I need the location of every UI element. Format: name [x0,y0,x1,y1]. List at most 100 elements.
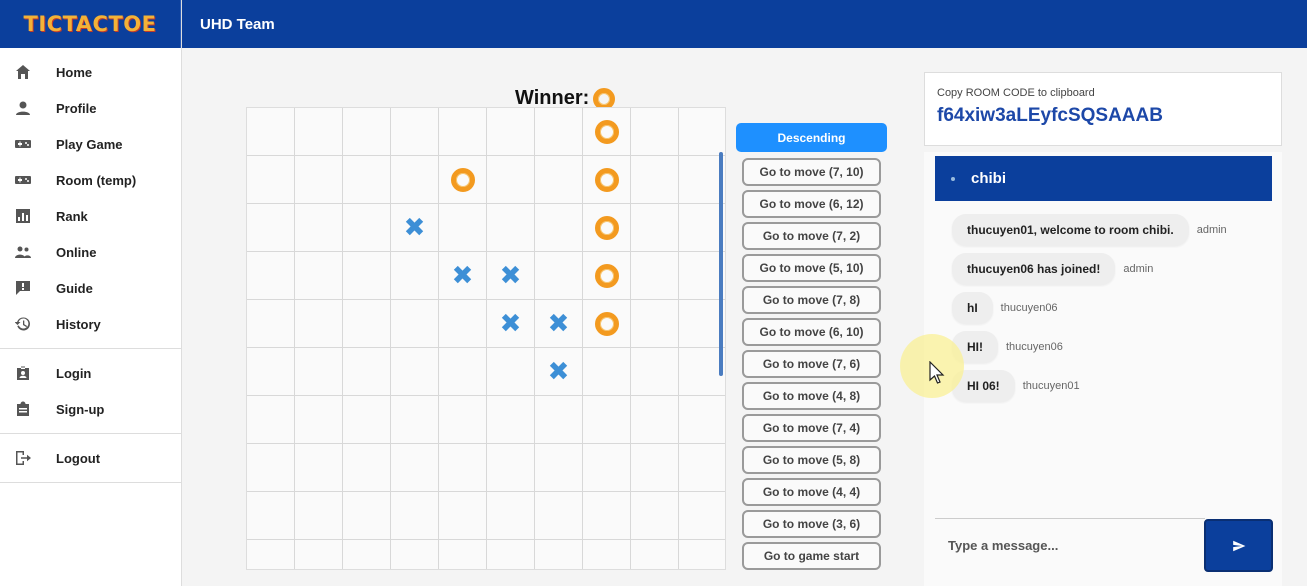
board-cell[interactable] [343,540,391,569]
board-cell[interactable] [583,108,631,156]
sidebar-item-home[interactable]: Home [0,54,181,90]
sidebar-item-login[interactable]: Login [0,355,181,391]
board-cell[interactable] [535,540,583,569]
sidebar-item-logout[interactable]: Logout [0,440,181,476]
board-cell[interactable] [487,108,535,156]
board-cell[interactable] [247,492,295,540]
board-cell[interactable] [343,444,391,492]
board-cell[interactable] [631,444,679,492]
board-cell[interactable]: ✖ [487,300,535,348]
board-cell[interactable] [247,348,295,396]
board-cell[interactable] [487,492,535,540]
board-cell[interactable] [247,204,295,252]
move-button[interactable]: Go to move (7, 2) [742,222,881,250]
board-cell[interactable] [343,492,391,540]
board-cell[interactable] [343,108,391,156]
board-cell[interactable] [343,300,391,348]
board-cell[interactable] [535,204,583,252]
app-logo[interactable]: TICTACTOE [24,12,157,36]
board-cell[interactable] [583,156,631,204]
move-button[interactable]: Go to move (5, 8) [742,446,881,474]
board-cell[interactable] [583,348,631,396]
board-cell[interactable]: ✖ [535,348,583,396]
board-cell[interactable] [439,492,487,540]
sidebar-item-profile[interactable]: Profile [0,90,181,126]
sidebar-item-room-temp[interactable]: Room (temp) [0,162,181,198]
board-cell[interactable] [247,252,295,300]
board-cell[interactable] [343,396,391,444]
move-button[interactable]: Go to move (7, 10) [742,158,881,186]
board-cell[interactable] [631,540,679,569]
board-cell[interactable] [295,540,343,569]
board-cell[interactable] [439,204,487,252]
board-cell[interactable] [583,252,631,300]
board-cell[interactable] [583,540,631,569]
board-cell[interactable] [583,492,631,540]
board-cell[interactable] [679,492,725,540]
board-cell[interactable] [679,396,725,444]
board-cell[interactable] [343,348,391,396]
board-cell[interactable] [535,444,583,492]
board-cell[interactable] [343,252,391,300]
board-cell[interactable] [631,204,679,252]
send-button[interactable] [1204,519,1273,572]
board-scrollbar[interactable] [719,152,723,376]
board-cell[interactable] [295,444,343,492]
move-button[interactable]: Go to move (5, 10) [742,254,881,282]
board-cell[interactable] [247,396,295,444]
message-input[interactable] [948,530,1198,560]
board-cell[interactable] [295,396,343,444]
move-button[interactable]: Go to move (4, 4) [742,478,881,506]
board-cell[interactable] [583,204,631,252]
move-button[interactable]: Go to move (4, 8) [742,382,881,410]
move-button[interactable]: Go to move (6, 12) [742,190,881,218]
board-cell[interactable] [631,300,679,348]
board-cell[interactable] [295,252,343,300]
board-cell[interactable] [439,348,487,396]
board-cell[interactable] [247,444,295,492]
board-cell[interactable] [487,204,535,252]
board-cell[interactable] [295,300,343,348]
board-cell[interactable] [391,396,439,444]
board-cell[interactable] [487,348,535,396]
sidebar-item-play-game[interactable]: Play Game [0,126,181,162]
board-cell[interactable] [391,540,439,569]
board-cell[interactable]: ✖ [439,252,487,300]
board-cell[interactable] [487,396,535,444]
move-button[interactable]: Go to move (3, 6) [742,510,881,538]
board-cell[interactable] [343,204,391,252]
board-cell[interactable] [247,300,295,348]
move-button[interactable]: Go to game start [742,542,881,570]
board-cell[interactable] [631,252,679,300]
board-cell[interactable] [391,348,439,396]
board-cell[interactable] [439,108,487,156]
board-cell[interactable] [439,396,487,444]
board-cell[interactable]: ✖ [487,252,535,300]
board-cell[interactable] [439,300,487,348]
board-cell[interactable] [247,156,295,204]
board-cell[interactable] [343,156,391,204]
board-cell[interactable] [295,156,343,204]
board-cell[interactable] [535,108,583,156]
board-cell[interactable] [631,108,679,156]
board-cell[interactable] [391,492,439,540]
sidebar-item-online[interactable]: Online [0,234,181,270]
board-cell[interactable] [439,540,487,569]
move-button[interactable]: Go to move (7, 6) [742,350,881,378]
board-cell[interactable] [487,156,535,204]
board-cell[interactable]: ✖ [391,204,439,252]
board-cell[interactable] [679,108,725,156]
sort-order-button[interactable]: Descending [736,123,887,152]
board-cell[interactable] [535,156,583,204]
sidebar-item-rank[interactable]: Rank [0,198,181,234]
board-cell[interactable] [439,156,487,204]
board-cell[interactable] [631,396,679,444]
room-code-card[interactable]: Copy ROOM CODE to clipboard f64xiw3aLEyf… [924,72,1282,146]
move-button[interactable]: Go to move (7, 4) [742,414,881,442]
board-cell[interactable] [295,492,343,540]
board-cell[interactable] [439,444,487,492]
board-cell[interactable] [295,204,343,252]
board-cell[interactable] [679,444,725,492]
sidebar-item-guide[interactable]: Guide [0,270,181,306]
sidebar-item-sign-up[interactable]: Sign-up [0,391,181,427]
